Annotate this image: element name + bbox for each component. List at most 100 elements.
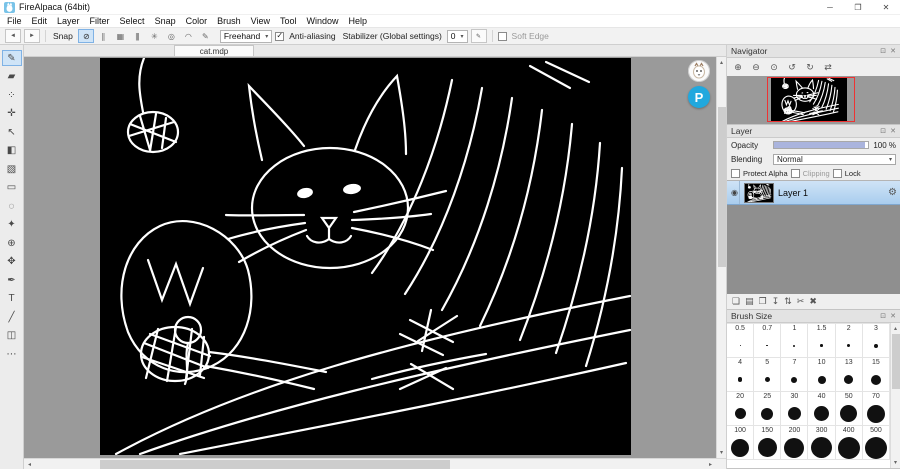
horizontal-scroll-thumb[interactable] xyxy=(100,460,450,469)
brush-size-option[interactable]: 50 xyxy=(835,392,863,426)
menu-filter[interactable]: Filter xyxy=(85,16,115,26)
menu-help[interactable]: Help xyxy=(344,16,373,26)
flip-icon[interactable]: ⇄ xyxy=(820,60,836,75)
menu-view[interactable]: View xyxy=(246,16,275,26)
brush-type-dropdown[interactable]: Freehand ▾ xyxy=(219,29,273,43)
p-badge[interactable]: P xyxy=(688,86,710,108)
scroll-down-icon[interactable]: ▾ xyxy=(890,457,900,468)
horizontal-scrollbar[interactable]: ◂ ▸ xyxy=(24,458,726,469)
close-button[interactable]: ✕ xyxy=(872,0,900,14)
select-move-tool-button[interactable]: ↖ xyxy=(2,124,22,140)
gradient-tool-button[interactable]: ▧ xyxy=(2,161,22,177)
menu-select[interactable]: Select xyxy=(115,16,150,26)
brush-size-option[interactable]: 2 xyxy=(835,324,863,358)
snap-off-icon[interactable]: ⊘ xyxy=(77,29,94,43)
brush-size-scrollbar[interactable]: ▴ ▾ xyxy=(890,323,900,468)
scroll-down-icon[interactable]: ▾ xyxy=(716,447,727,458)
undo-button[interactable]: ◄ xyxy=(5,29,21,43)
navigator-dock-icon[interactable]: ⊡ xyxy=(880,47,886,55)
select-rect-tool-button[interactable]: ▭ xyxy=(2,180,22,196)
stabilizer-settings-icon[interactable]: ✎ xyxy=(470,29,487,43)
layer-dock-icon[interactable]: ⊡ xyxy=(880,127,886,135)
brush-size-option[interactable]: 10 xyxy=(808,358,836,392)
magic-wand-tool-button[interactable]: ✦ xyxy=(2,217,22,233)
brush-size-option[interactable]: 5 xyxy=(754,358,782,392)
zoom-fit-icon[interactable]: ⊙ xyxy=(766,60,782,75)
brush-size-option[interactable]: 70 xyxy=(862,392,890,426)
brush-size-option[interactable]: 40 xyxy=(808,392,836,426)
menu-edit[interactable]: Edit xyxy=(27,16,53,26)
snap-parallel-icon[interactable]: ∥ xyxy=(95,29,111,43)
anti-aliasing-checkbox[interactable]: ✓ xyxy=(275,31,285,41)
brush-size-option[interactable]: 200 xyxy=(781,426,809,460)
brush-size-option[interactable]: 1.5 xyxy=(808,324,836,358)
pen-tool-button[interactable]: ✎ xyxy=(1,50,22,66)
add-layer-icon[interactable]: ❏ xyxy=(732,296,740,307)
rotate-cw-icon[interactable]: ↻ xyxy=(802,60,818,75)
blending-dropdown[interactable]: Normal ▾ xyxy=(773,153,896,165)
menu-window[interactable]: Window xyxy=(302,16,344,26)
zoom-out-icon[interactable]: ⊖ xyxy=(748,60,764,75)
brush-size-option[interactable]: 20 xyxy=(727,392,755,426)
redo-button[interactable]: ► xyxy=(24,29,40,43)
brush-size-option[interactable]: 25 xyxy=(754,392,782,426)
layer-close-icon[interactable]: ✕ xyxy=(890,127,896,135)
menu-layer[interactable]: Layer xyxy=(52,16,85,26)
menu-color[interactable]: Color xyxy=(181,16,213,26)
brush-size-option[interactable]: 3 xyxy=(862,324,890,358)
snap-crosshatch-icon[interactable]: ▦ xyxy=(112,29,128,43)
navigator-viewport-rect[interactable] xyxy=(767,77,855,122)
vertical-scrollbar[interactable]: ▴ ▾ xyxy=(716,57,726,458)
snap-vertical-icon[interactable]: ||| xyxy=(129,29,145,43)
snap-settings-icon[interactable]: ✎ xyxy=(197,29,213,43)
lock-checkbox[interactable] xyxy=(832,168,842,178)
eyedropper-tool-button[interactable]: ✒ xyxy=(2,272,22,288)
layer-row-selected[interactable]: ◉ Layer 1 ⚙ xyxy=(727,181,900,205)
canvas-background[interactable]: P xyxy=(24,57,726,458)
snap-circle-icon[interactable]: ◎ xyxy=(163,29,179,43)
menu-snap[interactable]: Snap xyxy=(150,16,181,26)
scroll-up-icon[interactable]: ▴ xyxy=(890,323,900,334)
clear-layer-icon[interactable]: ✂ xyxy=(797,296,805,307)
merge-down-icon[interactable]: ↧ xyxy=(772,296,780,307)
maximize-button[interactable]: ❐ xyxy=(844,0,872,14)
clipping-checkbox[interactable] xyxy=(790,168,800,178)
brush-size-option[interactable]: 15 xyxy=(862,358,890,392)
zoom-tool-button[interactable]: ⊕ xyxy=(2,235,22,251)
scroll-right-icon[interactable]: ▸ xyxy=(705,459,716,469)
vertical-scroll-thumb[interactable] xyxy=(718,107,726,267)
brush-size-option[interactable]: 150 xyxy=(754,426,782,460)
protect-alpha-checkbox[interactable] xyxy=(731,168,740,178)
divide-tool-button[interactable]: ◫ xyxy=(2,328,22,344)
brush-size-dock-icon[interactable]: ⊡ xyxy=(880,312,886,320)
minimize-button[interactable]: ─ xyxy=(816,0,844,14)
menu-brush[interactable]: Brush xyxy=(212,16,246,26)
delete-layer-icon[interactable]: ✖ xyxy=(809,296,817,307)
cat-drawing-canvas[interactable] xyxy=(100,58,631,455)
gear-icon[interactable]: ⚙ xyxy=(888,187,897,198)
brush-size-option[interactable]: 4 xyxy=(727,358,755,392)
brush-size-option[interactable]: 400 xyxy=(835,426,863,460)
soft-edge-checkbox[interactable] xyxy=(497,31,507,41)
brush-size-option[interactable]: 100 xyxy=(727,426,755,460)
snap-curve-icon[interactable]: ◠ xyxy=(180,29,196,43)
brush-size-option[interactable]: 13 xyxy=(835,358,863,392)
fill-tool-button[interactable]: ◧ xyxy=(2,143,22,159)
scroll-up-icon[interactable]: ▴ xyxy=(716,57,727,68)
menu-file[interactable]: File xyxy=(2,16,27,26)
alpaca-badge[interactable] xyxy=(688,60,710,82)
more-tools-button[interactable]: ⋯ xyxy=(2,346,22,362)
brush-size-close-icon[interactable]: ✕ xyxy=(890,312,896,320)
line-tool-button[interactable]: ╱ xyxy=(2,309,22,325)
brush-size-option[interactable]: 500 xyxy=(862,426,890,460)
snap-radial-icon[interactable]: ✳ xyxy=(146,29,162,43)
zoom-in-icon[interactable]: ⊕ xyxy=(730,60,746,75)
brush-size-option[interactable]: 7 xyxy=(781,358,809,392)
opacity-slider[interactable] xyxy=(773,141,870,149)
add-folder-icon[interactable]: ▤ xyxy=(745,296,754,307)
brush-size-option[interactable]: 0.7 xyxy=(754,324,782,358)
dot-tool-button[interactable]: ⁘ xyxy=(2,87,22,103)
brush-size-option[interactable]: 0.5 xyxy=(727,324,755,358)
navigator-close-icon[interactable]: ✕ xyxy=(890,47,896,55)
stabilizer-dropdown[interactable]: 0 ▾ xyxy=(446,29,468,43)
